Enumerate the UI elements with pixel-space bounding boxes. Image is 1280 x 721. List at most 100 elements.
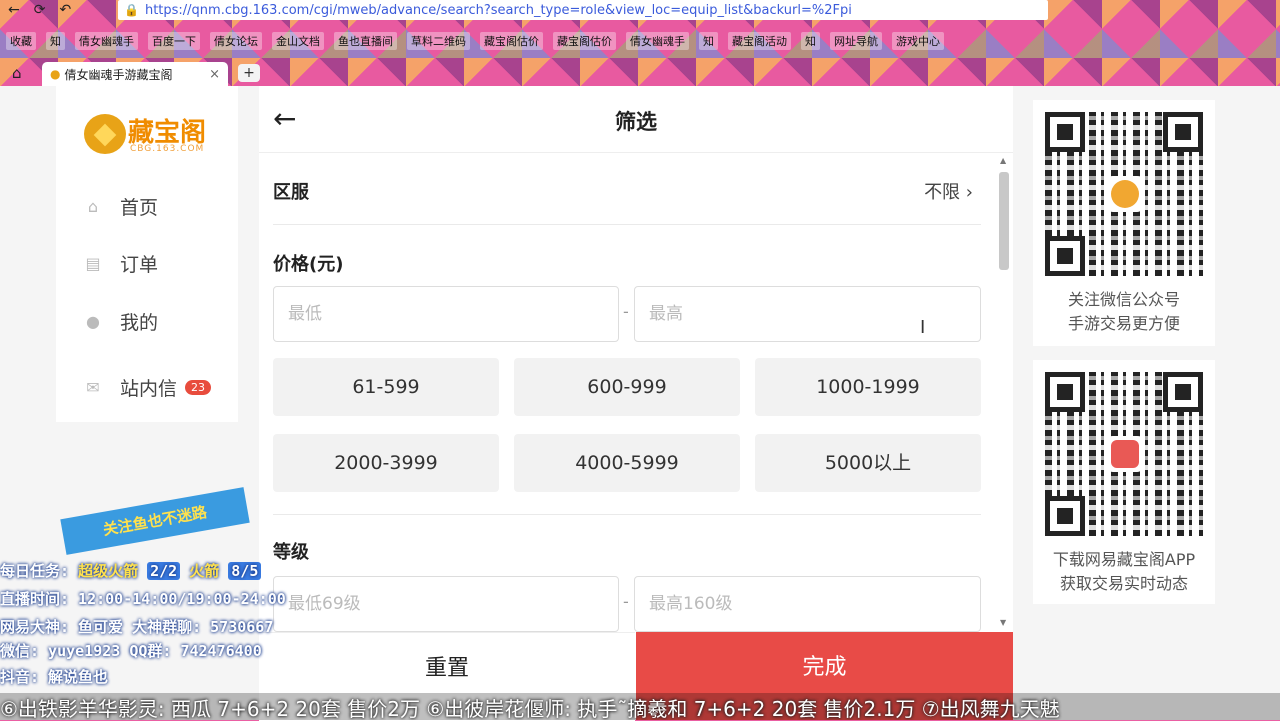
tab-strip: ⌂ ● 倩女幽魂手游藏宝阁 × +: [0, 58, 1280, 86]
bookmark-item[interactable]: 藏宝阁活动: [728, 32, 791, 50]
treasure-bag-icon: [84, 114, 126, 154]
filter-header: ← 筛选: [259, 86, 1013, 153]
bookmark-item[interactable]: 藏宝阁估价: [553, 32, 616, 50]
sidebar: 藏宝阁 CBG.163.COM ⌂ 首页 ▤ 订单 ● 我的 ✉ 站内信 23: [56, 86, 238, 422]
wechat-line: 微信: yuye1923 QQ群: 742476400: [0, 642, 262, 660]
qr-finder: [1045, 112, 1085, 152]
mail-icon: ✉: [86, 377, 100, 397]
bookmark-item[interactable]: 游戏中心: [892, 32, 944, 50]
refresh-icon[interactable]: ⟳: [34, 2, 46, 18]
region-value[interactable]: 不限 ›: [924, 178, 973, 204]
qr-finder: [1045, 372, 1085, 412]
price-chip[interactable]: 600-999: [514, 358, 740, 416]
browser-nav: ← ⟳ ↶: [0, 2, 118, 18]
sidebar-item-orders[interactable]: ▤ 订单: [84, 248, 158, 278]
bookmark-item[interactable]: 草料二维码: [407, 32, 470, 50]
sidebar-item-label: 我的: [120, 311, 159, 334]
user-icon: ●: [86, 311, 100, 331]
app-qr-code: [1045, 372, 1203, 536]
address-url: https://qnm.cbg.163.com/cgi/mweb/advance…: [144, 2, 852, 18]
bookmark-item[interactable]: 倩女幽魂手: [75, 32, 138, 50]
qr-caption-line: 获取交易实时动态: [1059, 574, 1188, 593]
new-tab-button[interactable]: +: [238, 64, 260, 82]
lock-icon: 🔒: [124, 3, 139, 17]
qr-finder: [1163, 372, 1203, 412]
level-max-input[interactable]: 最高160级: [634, 576, 981, 632]
undo-icon[interactable]: ↶: [59, 2, 71, 18]
qr-finder: [1045, 236, 1085, 276]
sidebar-item-mine[interactable]: ● 我的: [84, 306, 158, 336]
task-rocket: 火箭: [189, 562, 220, 580]
text-cursor-icon: I: [920, 317, 926, 338]
bookmark-item[interactable]: 倩女论坛: [210, 32, 262, 50]
daily-task-line: 每日任务: 超级火箭 2/2 火箭 8/5: [0, 560, 262, 581]
browser-toolbar: ← ⟳ ↶ 🔒 https://qnm.cbg.163.com/cgi/mweb…: [0, 0, 1280, 20]
home-icon: ⌂: [87, 196, 99, 216]
qr-caption-line: 关注微信公众号: [1067, 290, 1180, 309]
scroll-up-icon[interactable]: ▲: [1000, 156, 1006, 165]
qr-caption: 关注微信公众号 手游交易更方便: [1033, 288, 1215, 336]
stream-ticker: ⑥出铁影羊华影灵: 西瓜 7+6+2 20套 售价2万 ⑥出彼岸花偃师: 执手˜…: [0, 693, 1280, 720]
tab-close-icon[interactable]: ×: [209, 67, 220, 82]
price-chip[interactable]: 5000以上: [755, 434, 981, 492]
scroll-down-icon[interactable]: ▼: [1000, 618, 1006, 627]
app-qr-panel: 下载网易藏宝阁APP 获取交易实时动态: [1033, 360, 1215, 604]
qr-finder: [1045, 496, 1085, 536]
price-label: 价格(元): [273, 254, 344, 275]
unread-badge: 23: [185, 379, 212, 395]
price-chip[interactable]: 4000-5999: [514, 434, 740, 492]
sidebar-item-messages[interactable]: ✉ 站内信 23: [84, 372, 212, 402]
bookmark-item[interactable]: 倩女幽魂手: [626, 32, 689, 50]
chevron-right-icon: ›: [965, 182, 973, 203]
price-chip[interactable]: 2000-3999: [273, 434, 499, 492]
cbg-logo[interactable]: 藏宝阁 CBG.163.COM: [84, 108, 214, 156]
bookmarks-bar: 收藏知倩女幽魂手 百度一下 倩女论坛 金山文档 鱼也直播间 草料二维码 藏宝阁估价 藏宝阁估价…: [0, 29, 1280, 53]
sidebar-item-label: 站内信: [120, 377, 178, 400]
qr-caption-line: 下载网易藏宝阁APP: [1052, 550, 1196, 569]
tab-favicon-icon: ●: [50, 67, 61, 81]
bookmark-item[interactable]: 金山文档: [272, 32, 324, 50]
scrollbar-thumb[interactable]: [999, 172, 1009, 270]
schedule-line: 直播时间: 12:00-14:00/19:00-24:00: [0, 590, 286, 608]
qr-caption-line: 手游交易更方便: [1067, 314, 1180, 333]
bookmark-item[interactable]: 鱼也直播间: [334, 32, 397, 50]
bookmark-item[interactable]: 藏宝阁估价: [480, 32, 543, 50]
region-value-text: 不限: [924, 182, 961, 203]
price-chip[interactable]: 61-599: [273, 358, 499, 416]
task-count: 8/5: [228, 562, 262, 580]
sidebar-item-home[interactable]: ⌂ 首页: [84, 191, 158, 221]
tab-title: 倩女幽魂手游藏宝阁: [64, 67, 173, 82]
qr-caption: 下载网易藏宝阁APP 获取交易实时动态: [1033, 548, 1215, 596]
logo-subtext: CBG.163.COM: [130, 144, 205, 154]
bookmark-item[interactable]: 收藏: [6, 32, 36, 50]
address-bar[interactable]: 🔒 https://qnm.cbg.163.com/cgi/mweb/advan…: [118, 0, 1048, 20]
wechat-qr-panel: 关注微信公众号 手游交易更方便: [1033, 100, 1215, 346]
range-dash: -: [623, 592, 629, 611]
cbg-logo-icon: [1107, 176, 1143, 212]
bookmark-item[interactable]: 网址导航: [830, 32, 882, 50]
task-count: 2/2: [147, 562, 181, 580]
sidebar-item-label: 首页: [120, 196, 159, 219]
range-dash: -: [623, 302, 629, 321]
qr-finder: [1163, 112, 1203, 152]
price-chip[interactable]: 1000-1999: [755, 358, 981, 416]
netease-line: 网易大神: 鱼可爱 大神群聊: 5730667: [0, 618, 274, 636]
bookmark-item[interactable]: 百度一下: [148, 32, 200, 50]
page-title: 筛选: [615, 110, 657, 134]
bookmark-item[interactable]: 知: [46, 32, 65, 50]
bookmark-item[interactable]: 知: [699, 32, 718, 50]
scrollbar[interactable]: ▲ ▼: [997, 156, 1011, 631]
browser-tab[interactable]: ● 倩女幽魂手游藏宝阁 ×: [42, 62, 228, 86]
sidebar-item-label: 订单: [120, 253, 159, 276]
home-icon[interactable]: ⌂: [12, 64, 22, 82]
wechat-qr-code: [1045, 112, 1203, 276]
divider: [273, 224, 981, 225]
stream-overlay: 关注鱼也不迷路 每日任务: 超级火箭 2/2 火箭 8/5 直播时间: 12:0…: [0, 487, 390, 700]
task-label: 每日任务:: [0, 562, 70, 580]
bookmark-item[interactable]: 知: [801, 32, 820, 50]
douyin-line: 抖音: 解说鱼也: [0, 668, 109, 686]
region-row[interactable]: 区服 不限 ›: [273, 178, 981, 204]
price-max-input[interactable]: 最高: [634, 286, 981, 342]
back-arrow-icon[interactable]: ←: [8, 2, 20, 18]
price-min-input[interactable]: 最低: [273, 286, 619, 342]
